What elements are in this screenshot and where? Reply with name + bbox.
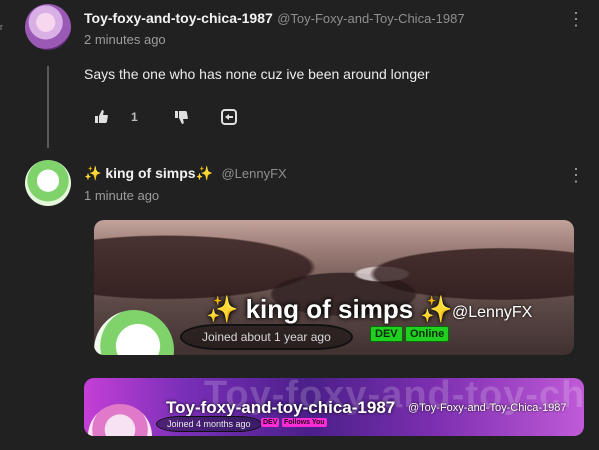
kebab-menu-icon[interactable]: ⋮ bbox=[567, 10, 585, 28]
thumbs-down-icon[interactable] bbox=[174, 111, 188, 127]
thread-line bbox=[47, 66, 49, 148]
edge-glyph: ᵣ bbox=[0, 18, 3, 32]
author-name[interactable]: ✨ king of simps✨ bbox=[84, 165, 213, 181]
profile-name-text: king of simps bbox=[238, 294, 421, 324]
comment-header: Toy-foxy-and-toy-chica-1987 @Toy-Foxy-an… bbox=[84, 10, 465, 28]
thumbs-up-icon[interactable] bbox=[94, 110, 108, 126]
timestamp: 2 minutes ago bbox=[84, 32, 166, 47]
joined-label: Joined about 1 year ago bbox=[180, 324, 353, 350]
author-handle[interactable]: @Toy-Foxy-and-Toy-Chica-1987 bbox=[277, 11, 464, 26]
profile-handle: @LennyFX bbox=[452, 304, 533, 321]
kebab-menu-icon[interactable]: ⋮ bbox=[567, 166, 585, 184]
avatar[interactable] bbox=[25, 160, 71, 206]
profile-name: ✨ king of simps ✨ bbox=[206, 294, 453, 325]
sparkle-icon: ✨ bbox=[420, 294, 453, 324]
online-badge: Online bbox=[405, 326, 450, 342]
reply-icon[interactable] bbox=[221, 109, 237, 128]
avatar[interactable] bbox=[25, 4, 71, 50]
profile-card[interactable]: Toy-foxy-and-toy-ch Toy-foxy-and-toy-chi… bbox=[84, 378, 584, 436]
like-count: 1 bbox=[131, 110, 138, 124]
dev-badge: DEV bbox=[261, 418, 280, 427]
profile-name: Toy-foxy-and-toy-chica-1987 bbox=[166, 398, 396, 417]
avatar bbox=[88, 404, 152, 436]
author-name-text: king of simps bbox=[101, 165, 196, 181]
comment-text: Says the one who has none cuz ive been a… bbox=[84, 66, 430, 82]
profile-handle: @Toy-Foxy-and-Toy-Chica-1987 bbox=[408, 402, 567, 414]
dev-badge: DEV bbox=[370, 326, 403, 342]
timestamp: 1 minute ago bbox=[84, 188, 160, 203]
profile-card[interactable]: ✨ king of simps ✨ @LennyFX Joined about … bbox=[94, 220, 574, 355]
follows-you-badge: Follows You bbox=[282, 418, 327, 427]
sparkle-icon: ✨ bbox=[195, 165, 213, 181]
author-handle[interactable]: @LennyFX bbox=[221, 166, 286, 181]
joined-label: Joined 4 months ago bbox=[156, 416, 262, 432]
sparkle-icon: ✨ bbox=[84, 165, 102, 181]
sparkle-icon: ✨ bbox=[206, 294, 239, 324]
comment-header: ✨ king of simps✨ @LennyFX bbox=[84, 165, 287, 183]
author-name[interactable]: Toy-foxy-and-toy-chica-1987 bbox=[84, 10, 273, 26]
